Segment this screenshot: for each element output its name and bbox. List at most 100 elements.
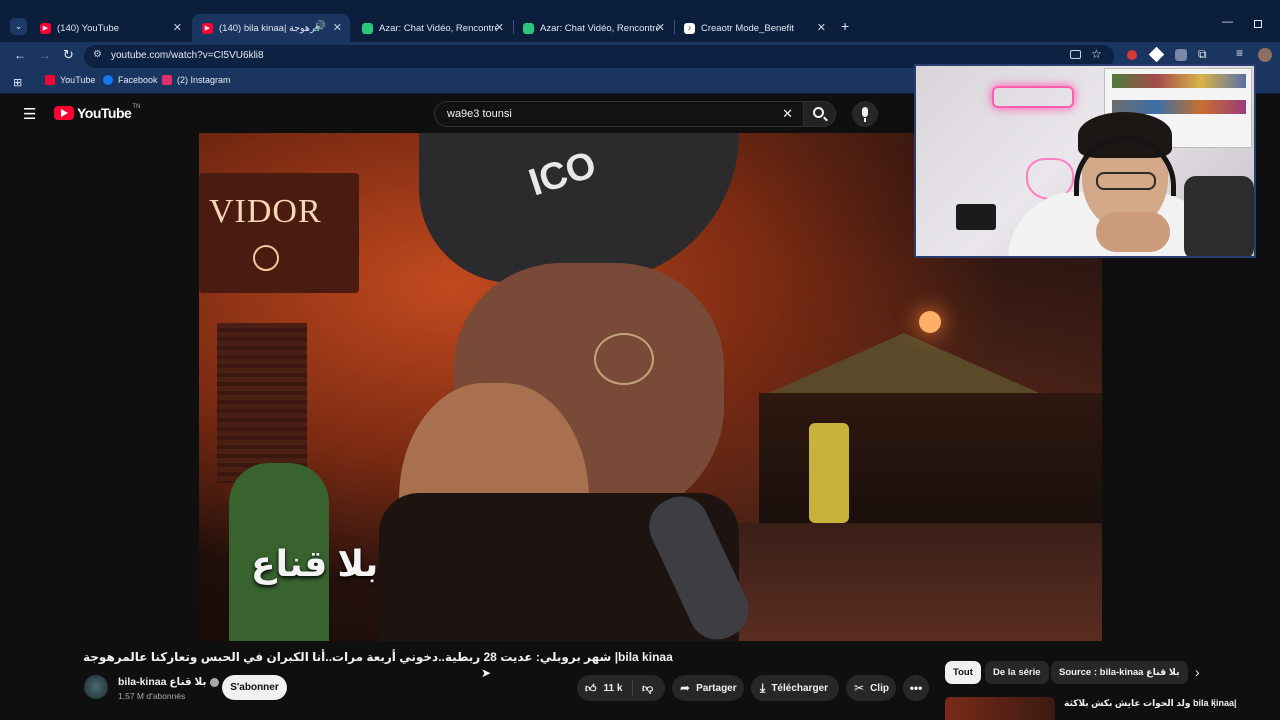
bookmark-facebook[interactable]: Facebook [103,75,158,85]
youtube-logo[interactable]: YouTube TN [54,104,141,121]
search-query: wa9e3 tounsi [447,108,512,120]
install-icon[interactable] [1070,50,1081,59]
bookmark-instagram[interactable]: (2) Instagram [162,75,231,85]
site-info-icon[interactable]: ⚙ [93,49,102,60]
youtube-icon: ▶ [202,22,213,34]
tab-close-icon[interactable]: ✕ [656,21,665,34]
tab-search-button[interactable]: ⌄ [10,18,27,35]
thumbs-down-icon: 👎︎ [642,682,654,695]
minimize-button[interactable]: — [1222,16,1233,28]
clip-button[interactable]: ✂ Clip [846,675,896,701]
share-label: Partager [696,682,737,694]
browser-tab-active[interactable]: ▶ (140) bila kinaa| عالمرهوجة |... 🔊 ✕ [192,14,350,42]
channel-name[interactable]: bila-kinaa بلا قناع [118,676,220,688]
like-button[interactable]: 👍︎ 11 k [577,680,633,696]
tab-close-icon[interactable]: ✕ [817,21,826,34]
suggested-video-thumbnail[interactable] [945,697,1055,720]
bookmark-youtube[interactable]: YouTube [45,75,95,85]
tab-title: (140) YouTube [57,22,119,34]
video-overlay-logo-text: بلا قناع [251,543,379,584]
tab-close-icon[interactable]: ✕ [173,21,182,34]
chip-all[interactable]: Tout [945,661,981,684]
desk-monitor [956,204,996,230]
sign-emblem [253,245,279,271]
chip-series[interactable]: De la série [985,661,1049,684]
video-title: شهر بروبلي: عديت 28 ربطية..دخوني أربعة م… [83,650,673,664]
shop-shutter [217,323,307,483]
search-input[interactable]: wa9e3 tounsi ✕ [434,101,804,127]
bookmark-label: Facebook [118,75,158,85]
person-glasses [594,333,654,385]
like-count: 11 k [603,682,623,694]
more-actions-button[interactable]: ••• [903,675,929,701]
tab-title: Creaotr Mode_Benefit [701,22,794,34]
tab-close-icon[interactable]: ✕ [495,21,504,34]
share-button[interactable]: ➦ Partager [672,675,744,701]
apps-grid-icon[interactable]: ⊞ [13,76,22,89]
channel-avatar[interactable] [84,675,108,699]
azar-icon [362,22,373,34]
browser-tab[interactable]: ♪ Creaotr Mode_Benefit ✕ [674,14,834,42]
street-ground [719,523,1102,641]
facebook-icon [103,75,113,85]
url-text: youtube.com/watch?v=CI5VU6kli8 [111,50,264,61]
browser-tab[interactable]: Azar: Chat Vidéo, Rencontrer de... ✕ [352,14,512,42]
browser-tab[interactable]: Azar: Chat Vidéo, Rencontrer de... ✕ [513,14,673,42]
reload-icon[interactable]: ↻ [63,47,74,63]
youtube-wordmark: YouTube [77,105,132,121]
streamer-glasses [1096,172,1156,190]
chip-source[interactable]: Source : bila-kinaa بلا قناع [1051,661,1188,684]
region-code: TN [132,104,141,110]
instagram-icon [162,75,172,85]
search-icon [813,107,824,118]
back-icon[interactable]: ← [14,48,26,62]
tab-title: Azar: Chat Vidéo, Rencontrer de... [379,22,497,34]
like-dislike-group: 👍︎ 11 k 👎︎ [577,675,665,701]
extensions-puzzle-icon[interactable]: ⧉ [1198,47,1207,62]
menu-icon[interactable]: ≡ [1236,46,1243,60]
forward-icon[interactable]: → [39,48,51,62]
dislike-button[interactable]: 👎︎ [633,682,653,695]
restore-button[interactable] [1254,20,1262,28]
download-button[interactable]: ⤓ Télécharger [751,675,839,701]
download-icon: ⤓ [760,680,766,695]
shelf-collectibles [1112,74,1246,88]
extension-icon[interactable] [1175,49,1187,61]
clear-search-icon[interactable]: ✕ [782,106,793,122]
storefront-sign [199,173,359,293]
bookmark-star-icon[interactable]: ☆ [1091,47,1102,61]
speaker-icon[interactable]: 🔊 [314,21,326,32]
more-vertical-icon[interactable]: ⋮ [1209,697,1220,710]
subscribe-button[interactable]: S'abonner [222,675,287,700]
chevron-right-icon[interactable]: › [1195,664,1200,680]
verified-badge-icon [210,677,220,687]
download-label: Télécharger [771,682,829,694]
youtube-icon [45,75,55,85]
new-tab-button[interactable]: + [841,18,849,34]
streamer-hand [1096,212,1170,252]
gaming-chair [1184,176,1254,256]
microphone-icon [862,107,868,117]
clip-label: Clip [870,682,889,694]
browser-tab[interactable]: ▶ (140) YouTube ✕ [30,14,190,42]
tab-title: (140) bila kinaa| عالمرهوجة |... [219,22,319,34]
channel-name-text: bila-kinaa بلا قناع [118,676,207,688]
bookmark-label: YouTube [60,75,96,85]
extension-icon[interactable] [1148,46,1165,63]
search-button[interactable] [804,101,836,127]
mouse-cursor-icon: ➤ [481,666,492,680]
voice-search-button[interactable] [852,101,878,127]
scissors-icon: ✂ [854,681,865,695]
webcam-overlay [914,64,1256,258]
share-icon: ➦ [680,681,691,695]
storefront-sign-text: VIDOR [209,193,322,230]
neon-rifle-sign [992,86,1074,108]
subscriber-count: 1,57 M d'abonnés [118,691,186,701]
tab-title: Azar: Chat Vidéo, Rencontrer de... [540,22,658,34]
extension-icon[interactable] [1127,50,1137,60]
thumbs-up-icon: 👍︎ [585,682,597,695]
profile-avatar[interactable] [1258,48,1272,62]
tab-close-icon[interactable]: ✕ [333,21,342,34]
hamburger-menu-icon[interactable]: ☰ [23,105,36,123]
youtube-play-icon [54,106,74,120]
